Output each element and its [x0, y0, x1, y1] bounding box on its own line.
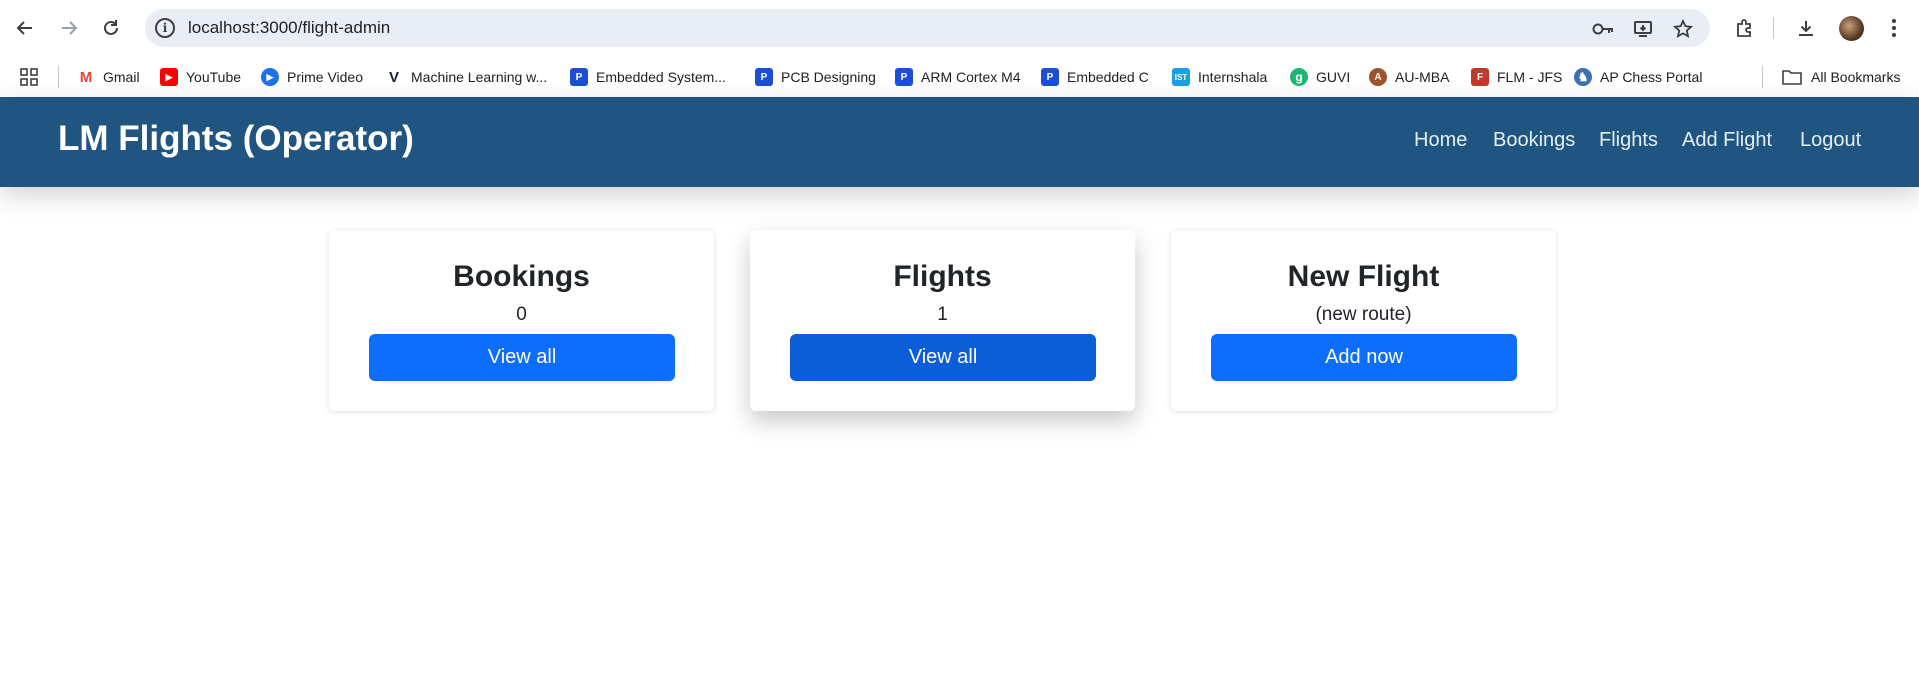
- card-count: 0: [516, 304, 527, 325]
- menu-icon[interactable]: [1880, 14, 1908, 42]
- nav-link-bookings[interactable]: Bookings: [1493, 129, 1575, 152]
- gmail-icon: M: [77, 68, 95, 86]
- site-info-icon[interactable]: i: [155, 18, 175, 38]
- nav-link-add-flight[interactable]: Add Flight: [1682, 129, 1772, 152]
- flm-jfs-icon: F: [1471, 68, 1489, 86]
- brand-title[interactable]: LM Flights (Operator): [58, 119, 414, 159]
- toolbar-divider: [1773, 17, 1774, 39]
- card-subtitle: (new route): [1315, 304, 1412, 325]
- app-navbar: LM Flights (Operator) Home Bookings Flig…: [0, 97, 1919, 187]
- bookmark-label: AP Chess Portal: [1600, 69, 1703, 85]
- bookmark-au-mba[interactable]: A AU-MBA: [1369, 57, 1449, 97]
- bookmark-guvi[interactable]: g GUVI: [1290, 57, 1350, 97]
- add-now-button[interactable]: Add now: [1211, 334, 1517, 381]
- bookmark-label: Embedded C: [1067, 69, 1149, 85]
- bookmark-label: GUVI: [1316, 69, 1351, 85]
- embedded-c-icon: P: [1041, 68, 1059, 86]
- bookmark-youtube[interactable]: ▶ YouTube: [160, 57, 241, 97]
- pcb-designing-icon: P: [755, 68, 773, 86]
- card-count: 1: [937, 304, 948, 325]
- bookmarks-divider: [1762, 66, 1763, 88]
- machine-learning-icon: V: [385, 68, 403, 86]
- bookings-card: Bookings 0 View all: [329, 230, 714, 411]
- new-flight-card: New Flight (new route) Add now: [1171, 230, 1556, 411]
- bookmark-internshala[interactable]: IST Internshala: [1172, 57, 1267, 97]
- bookmark-flm-jfs[interactable]: F FLM - JFS: [1471, 57, 1562, 97]
- card-title: New Flight: [1287, 260, 1440, 293]
- install-app-icon[interactable]: [1632, 18, 1654, 40]
- youtube-icon: ▶: [160, 68, 178, 86]
- bookmark-embedded-system[interactable]: P Embedded System...: [570, 57, 726, 97]
- bookmark-label: Internshala: [1198, 69, 1268, 85]
- bookmark-machine-learning[interactable]: V Machine Learning w...: [385, 57, 547, 97]
- bookmark-label: Embedded System...: [596, 69, 726, 85]
- folder-icon: [1782, 69, 1802, 85]
- bookmark-label: FLM - JFS: [1497, 69, 1563, 85]
- guvi-icon: g: [1290, 68, 1308, 86]
- bookmark-arm-cortex[interactable]: P ARM Cortex M4: [895, 57, 1021, 97]
- extensions-icon[interactable]: [1730, 14, 1758, 42]
- url-text: localhost:3000/flight-admin: [188, 18, 391, 37]
- card-title: Bookings: [453, 260, 590, 293]
- bookmark-prime-video[interactable]: ▶ Prime Video: [261, 57, 363, 97]
- bookmark-all-bookmarks[interactable]: All Bookmarks: [1782, 57, 1900, 97]
- embedded-system-icon: P: [570, 68, 588, 86]
- bookmark-label: PCB Designing: [781, 69, 876, 85]
- bookmark-pcb-designing[interactable]: P PCB Designing: [755, 57, 876, 97]
- nav-link-logout[interactable]: Logout: [1800, 129, 1861, 152]
- bookmark-star-icon[interactable]: [1672, 18, 1694, 40]
- prime-video-icon: ▶: [261, 68, 279, 86]
- ap-chess-icon: ♞: [1574, 68, 1592, 86]
- bookmark-label: YouTube: [186, 69, 242, 85]
- bookmark-gmail[interactable]: M Gmail: [77, 57, 140, 97]
- bookmark-label: ARM Cortex M4: [921, 69, 1021, 85]
- au-mba-icon: A: [1369, 68, 1387, 86]
- bookmark-ap-chess-portal[interactable]: ♞ AP Chess Portal: [1574, 57, 1702, 97]
- bookmark-label: Gmail: [103, 69, 140, 85]
- card-title: Flights: [893, 260, 992, 293]
- view-all-flights-button[interactable]: View all: [790, 334, 1096, 381]
- bookmark-label: All Bookmarks: [1811, 69, 1901, 85]
- arm-cortex-icon: P: [895, 68, 913, 86]
- address-bar[interactable]: i localhost:3000/flight-admin: [145, 9, 1710, 47]
- bookmarks-divider: [58, 66, 59, 88]
- password-key-icon[interactable]: [1592, 18, 1614, 40]
- downloads-icon[interactable]: [1792, 14, 1820, 42]
- bookmark-label: Prime Video: [287, 69, 364, 85]
- profile-avatar[interactable]: [1839, 16, 1864, 41]
- back-icon[interactable]: [11, 14, 39, 42]
- internshala-icon: IST: [1172, 68, 1190, 86]
- browser-toolbar: i localhost:3000/flight-admin: [0, 0, 1919, 57]
- bookmark-embedded-c[interactable]: P Embedded C: [1041, 57, 1149, 97]
- apps-grid-icon[interactable]: [20, 57, 38, 97]
- flights-card: Flights 1 View all: [750, 230, 1135, 411]
- bookmark-label: AU-MBA: [1395, 69, 1450, 85]
- forward-icon[interactable]: [55, 14, 83, 42]
- nav-link-flights[interactable]: Flights: [1599, 129, 1658, 152]
- bookmarks-bar: M Gmail ▶ YouTube ▶ Prime Video V Machin…: [0, 57, 1919, 97]
- bookmark-label: Machine Learning w...: [411, 69, 548, 85]
- view-all-bookings-button[interactable]: View all: [369, 334, 675, 381]
- reload-icon[interactable]: [97, 14, 125, 42]
- nav-link-home[interactable]: Home: [1414, 129, 1467, 152]
